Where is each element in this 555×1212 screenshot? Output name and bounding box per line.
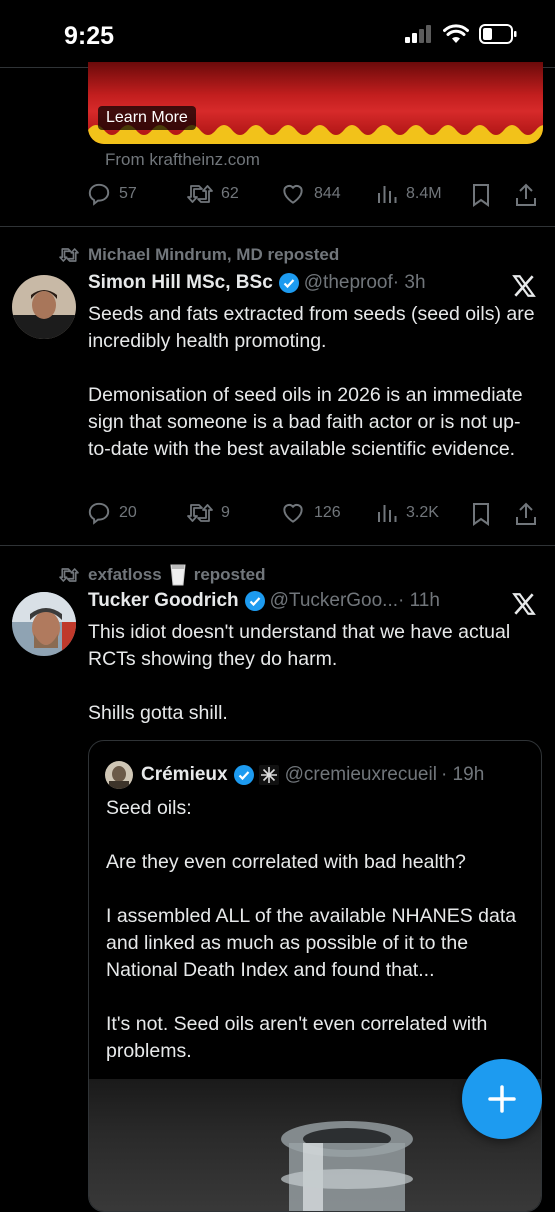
tweet-header: Simon Hill MSc, BSc @theproof · 3h [88,272,426,294]
views-button[interactable]: 8.4M [375,181,442,207]
ad-source-link[interactable]: From kraftheinz.com [105,150,260,170]
bookmark-icon[interactable] [470,502,492,526]
status-icons [405,24,517,44]
repost-icon [187,185,213,203]
repost-count: 9 [221,504,230,521]
avatar-photo [12,275,76,339]
x-logo-icon [512,275,536,297]
author-handle[interactable]: @theproof [304,272,393,294]
avatar [105,761,133,789]
ad-image[interactable] [88,62,543,144]
like-icon [283,184,303,204]
tweet-header: Tucker Goodrich @TuckerGoo... · 11h [88,590,440,612]
share-icon[interactable] [514,501,538,527]
bookmark-icon[interactable] [470,183,492,207]
quoted-tweet[interactable]: Crémieux @cremieuxrecueil · 19h Seed oil… [88,740,542,1212]
like-button[interactable]: 844 [279,181,341,207]
repost-icon [59,248,79,262]
views-count: 8.4M [406,185,442,202]
like-button[interactable]: 126 [279,500,341,526]
quoted-author-name: Crémieux [141,764,228,785]
avatar[interactable] [12,592,76,656]
compose-plus-icon [488,1085,516,1113]
quoted-tweet-text: Seed oils: Are they even correlated with… [106,797,517,1062]
avatar-photo [12,592,76,656]
avatar[interactable] [12,275,76,339]
reply-count: 57 [119,185,137,202]
quoted-tweet-header: Crémieux @cremieuxrecueil · 19h [105,761,484,789]
divider [0,545,555,546]
quoted-author-handle: @cremieuxrecueil [284,764,437,785]
repost-attribution-text: Michael Mindrum, MD reposted [88,245,340,264]
avatar-photo [105,761,133,789]
reply-count: 20 [119,504,137,521]
views-icon [378,186,397,203]
signal-icon [405,25,431,43]
ad-action-bar: 57 62 844 8.4M [86,181,546,211]
tweet-time: · 11h [398,590,440,611]
like-count: 844 [314,185,341,202]
repost-button[interactable]: 9 [186,500,230,526]
author-name[interactable]: Simon Hill MSc, BSc [88,272,273,294]
author-name[interactable]: Tucker Goodrich [88,590,239,612]
reply-icon [88,183,110,206]
verified-icon [278,273,299,293]
repost-icon [187,504,213,522]
reply-button[interactable]: 20 [86,500,137,526]
author-handle[interactable]: @TuckerGoo... [270,590,398,612]
share-icon[interactable] [514,182,538,208]
views-button[interactable]: 3.2K [375,500,439,526]
tweet-time: · 3h [392,272,426,293]
milk-glass-icon [170,564,186,586]
reply-icon [88,502,110,525]
tweet-text: This idiot doesn't understand that we ha… [88,621,511,724]
learn-more-button[interactable]: Learn More [98,106,196,130]
compose-button[interactable] [462,1059,542,1139]
views-icon [378,505,397,522]
repost-attribution[interactable]: Michael Mindrum, MD reposted [58,245,339,265]
snowflake-badge-icon [258,765,279,785]
status-time: 9:25 [64,22,115,50]
status-bar: 9:25 [0,0,555,68]
views-count: 3.2K [406,504,439,521]
repost-button[interactable]: 62 [186,181,239,207]
battery-icon [479,24,517,44]
x-logo-icon [512,593,536,615]
divider [0,226,555,227]
repost-icon [59,568,79,582]
verified-icon [233,765,254,785]
wifi-icon [443,24,469,43]
repost-attribution-name: exfatloss [88,565,162,584]
tweet-action-bar: 20 9 126 3.2K [86,500,546,530]
tweet-text: Seeds and fats extracted from seeds (see… [88,303,535,460]
reply-button[interactable]: 57 [86,181,137,207]
repost-count: 62 [221,185,239,202]
repost-attribution[interactable]: exfatloss reposted [58,564,266,586]
quoted-tweet-time: · 19h [440,764,485,785]
like-count: 126 [314,504,341,521]
repost-attribution-suffix: reposted [193,565,266,584]
like-icon [283,503,303,523]
verified-icon [244,591,265,611]
